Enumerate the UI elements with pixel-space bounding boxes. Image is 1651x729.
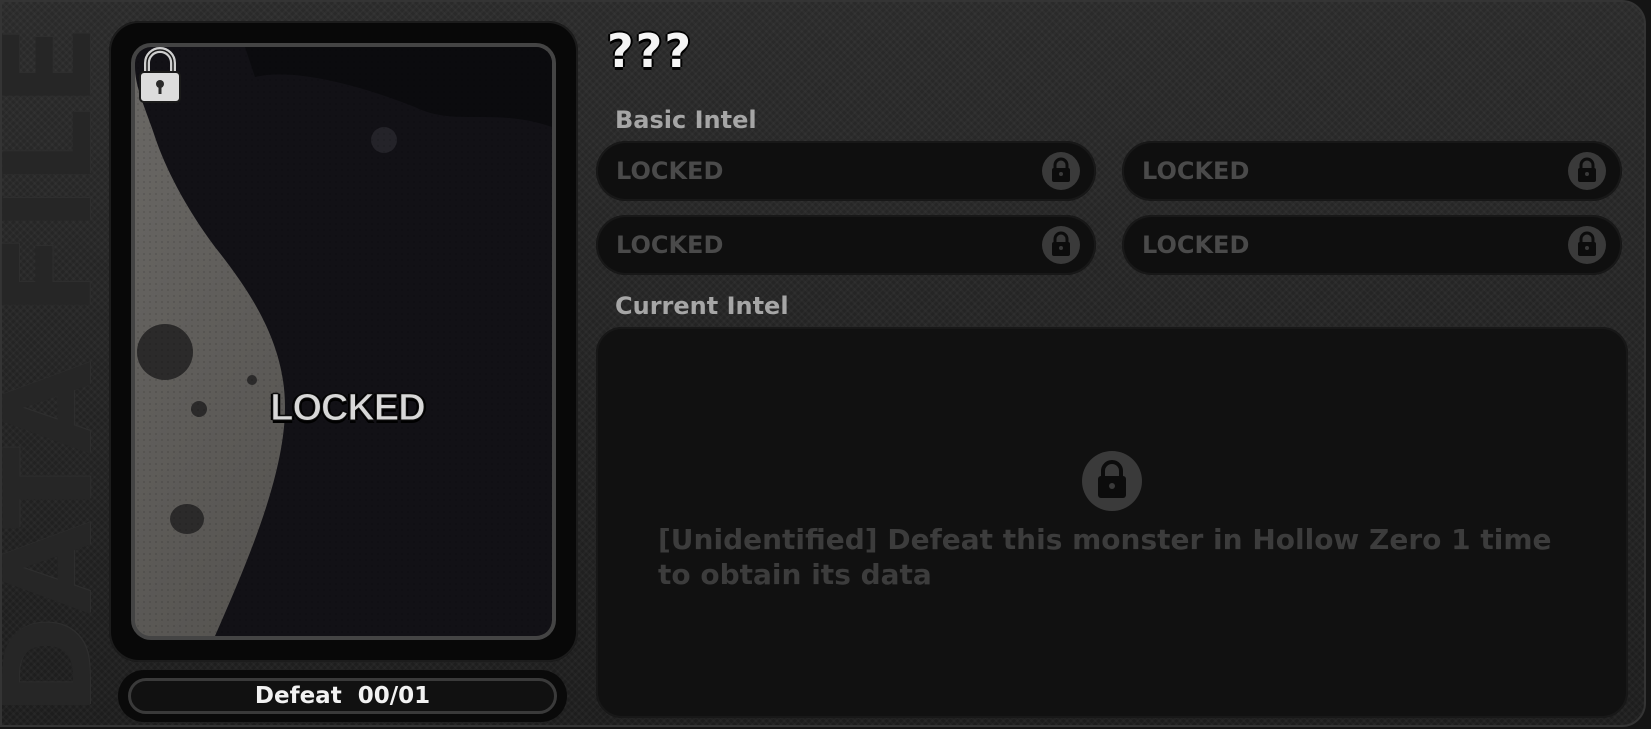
defeat-counter: Defeat 00/01 [118,670,567,722]
basic-intel-slot-2[interactable]: LOCKED [1122,141,1622,201]
lock-icon [1568,152,1606,190]
lock-icon [1042,226,1080,264]
basic-intel-slot-4[interactable]: LOCKED [1122,215,1622,275]
lock-icon [1042,152,1080,190]
current-intel-panel: [Unidentified] Defeat this monster in Ho… [596,327,1628,718]
current-intel-message: [Unidentified] Defeat this monster in Ho… [658,523,1552,591]
monster-card-frame: LOCKED [109,21,578,662]
card-art-background [135,47,552,636]
basic-intel-slot-3[interactable]: LOCKED [596,215,1096,275]
card-locked-label: LOCKED [270,387,426,430]
lock-icon [1568,226,1606,264]
basic-intel-heading: Basic Intel [615,106,757,134]
slot-label: LOCKED [616,231,724,259]
lock-icon [1082,451,1142,511]
slot-label: LOCKED [616,157,724,185]
card-lock-icon [139,47,181,103]
data-file-panel: DATA FILE LOCKED Defeat 00/01 ??? Basic … [0,0,1646,727]
monster-name: ??? [607,24,694,78]
side-label-text: DATA FILE [0,22,102,716]
monster-card[interactable]: LOCKED [131,43,556,640]
basic-intel-slot-1[interactable]: LOCKED [596,141,1096,201]
side-label: DATA FILE [0,2,102,729]
current-intel-heading: Current Intel [615,292,789,320]
slot-label: LOCKED [1142,157,1250,185]
defeat-counter-text: Defeat 00/01 [128,678,557,714]
slot-label: LOCKED [1142,231,1250,259]
